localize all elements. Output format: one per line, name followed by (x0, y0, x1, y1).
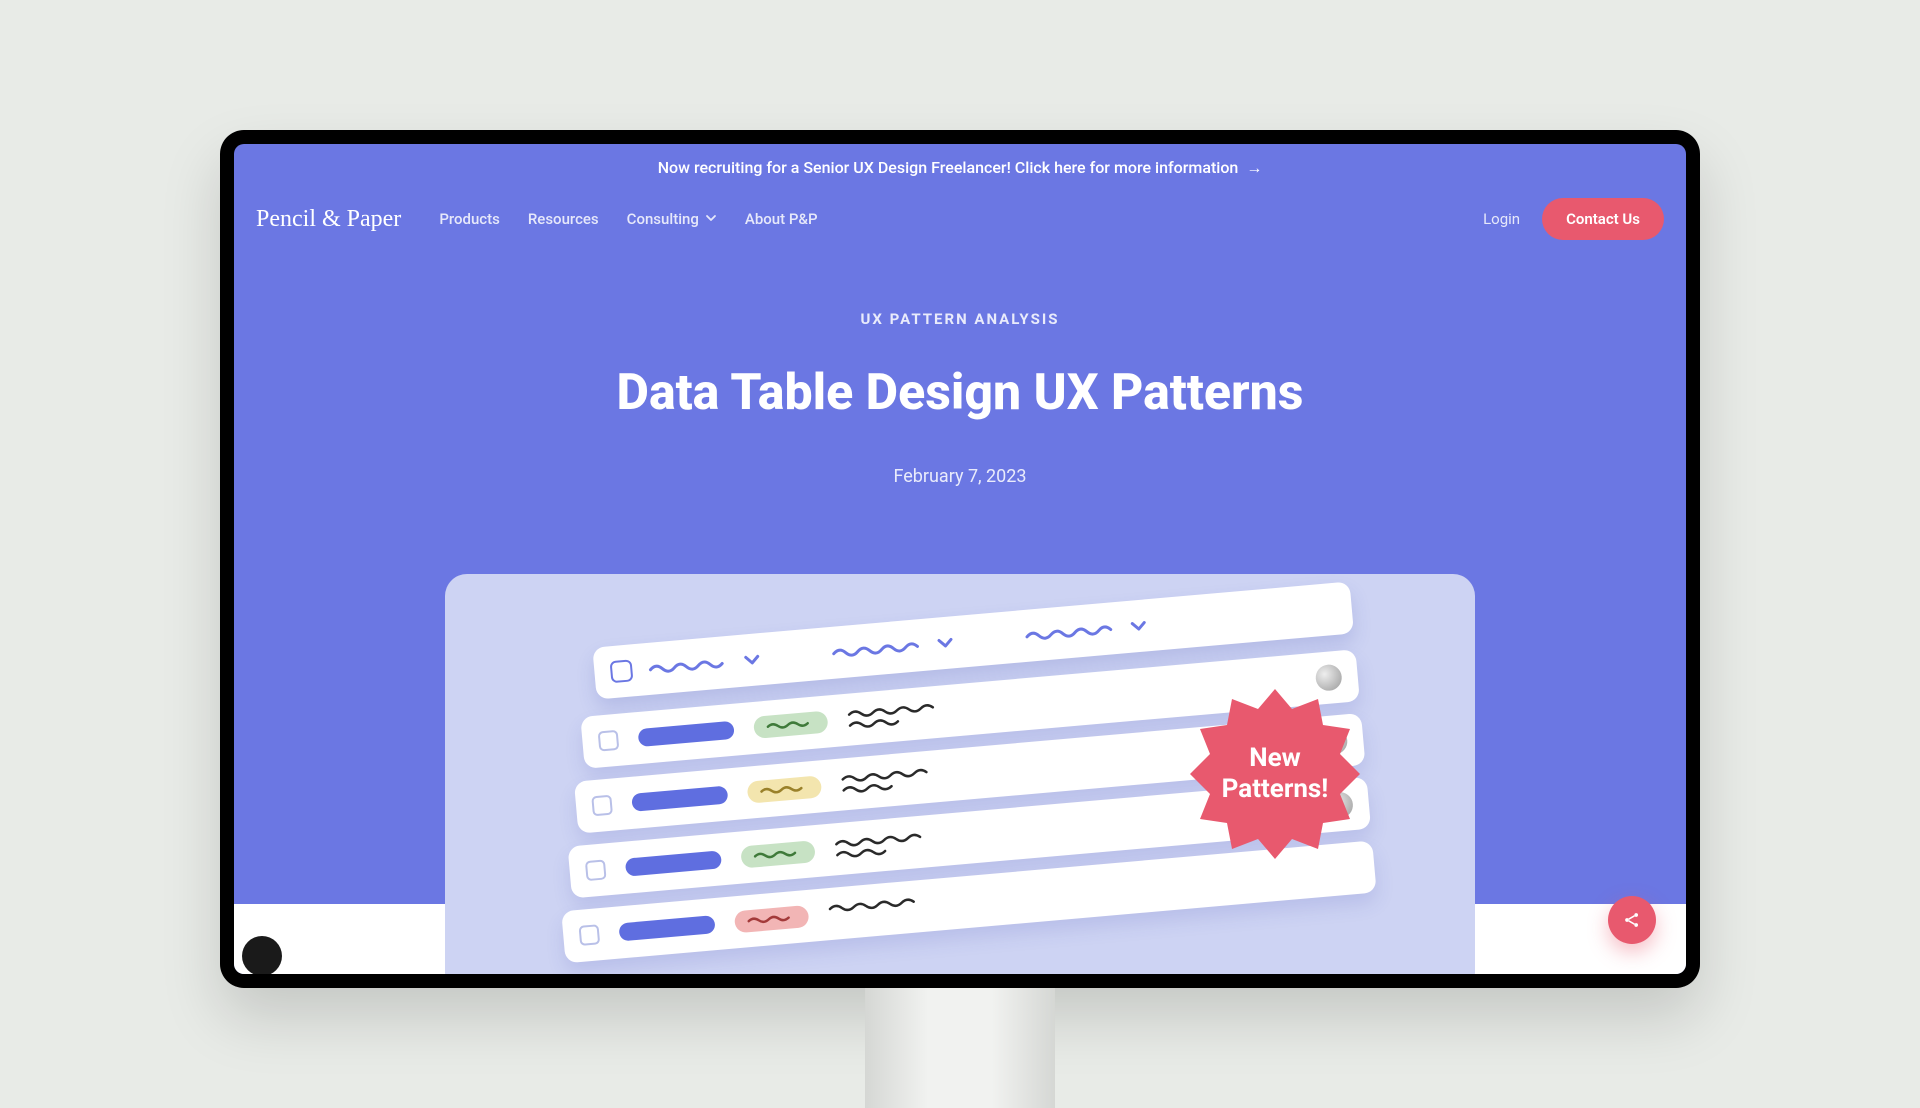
squiggle-icon (831, 638, 922, 660)
webpage-screen: Now recruiting for a Senior UX Design Fr… (234, 144, 1686, 974)
squiggle-icon (648, 655, 729, 676)
illus-checkbox (579, 924, 601, 946)
squiggle-icon (827, 894, 919, 926)
squiggle-icon (847, 700, 939, 732)
illus-tag-green (740, 840, 816, 868)
chevron-down-icon (705, 210, 717, 228)
new-patterns-badge: New Patterns! (1190, 689, 1360, 859)
nav-links: Products Resources Consulting Abo (439, 210, 817, 228)
squiggle-icon (834, 830, 926, 862)
publish-date: February 7, 2023 (234, 466, 1686, 487)
monitor-stand (865, 988, 1055, 1108)
hero-illustration-card: New Patterns! (445, 574, 1475, 974)
nav-consulting[interactable]: Consulting (627, 210, 717, 228)
share-icon (1622, 910, 1642, 930)
illus-checkbox (598, 730, 620, 752)
top-nav: Pencil & Paper Products Resources Consul… (234, 190, 1686, 240)
badge-line2: Patterns! (1222, 774, 1329, 804)
nav-right: Login Contact Us (1483, 198, 1664, 240)
illus-tag-yellow (747, 775, 823, 803)
illus-pill (618, 915, 715, 941)
contact-us-button[interactable]: Contact Us (1542, 198, 1664, 240)
share-button[interactable] (1608, 896, 1656, 944)
illus-tag-green (753, 711, 829, 739)
squiggle-icon (1024, 621, 1115, 643)
nav-resources-label: Resources (528, 210, 599, 228)
nav-about[interactable]: About P&P (745, 210, 818, 228)
monitor-frame: Now recruiting for a Senior UX Design Fr… (220, 130, 1700, 1108)
accessibility-widget[interactable] (242, 936, 282, 974)
illus-pill (631, 786, 728, 812)
hero-eyebrow: UX PATTERN ANALYSIS (234, 310, 1686, 328)
nav-resources[interactable]: Resources (528, 210, 599, 228)
announcement-text: Now recruiting for a Senior UX Design Fr… (658, 158, 1239, 177)
illus-checkbox (591, 795, 613, 817)
illus-pill (638, 721, 735, 747)
announcement-bar[interactable]: Now recruiting for a Senior UX Design Fr… (234, 144, 1686, 190)
chevron-down-icon (1130, 618, 1147, 633)
chevron-down-icon (743, 652, 760, 667)
arrow-right-icon: → (1246, 158, 1262, 177)
page-title: Data Table Design UX Patterns (234, 364, 1686, 422)
chevron-down-icon (937, 635, 954, 650)
avatar-icon (1315, 664, 1343, 692)
monitor-bezel: Now recruiting for a Senior UX Design Fr… (220, 130, 1700, 988)
illus-pill (625, 850, 722, 876)
squiggle-icon (840, 765, 932, 797)
nav-about-label: About P&P (745, 210, 818, 228)
illus-checkbox-header (610, 659, 634, 683)
brand-logo[interactable]: Pencil & Paper (256, 206, 401, 233)
illus-tag-red (734, 905, 810, 933)
login-link[interactable]: Login (1483, 210, 1520, 228)
badge-line1: New (1249, 743, 1300, 773)
hero-section: UX PATTERN ANALYSIS Data Table Design UX… (234, 240, 1686, 487)
badge-text: New Patterns! (1222, 743, 1329, 805)
illus-checkbox (585, 859, 607, 881)
nav-products-label: Products (439, 210, 500, 228)
nav-products[interactable]: Products (439, 210, 500, 228)
nav-consulting-label: Consulting (627, 210, 699, 228)
